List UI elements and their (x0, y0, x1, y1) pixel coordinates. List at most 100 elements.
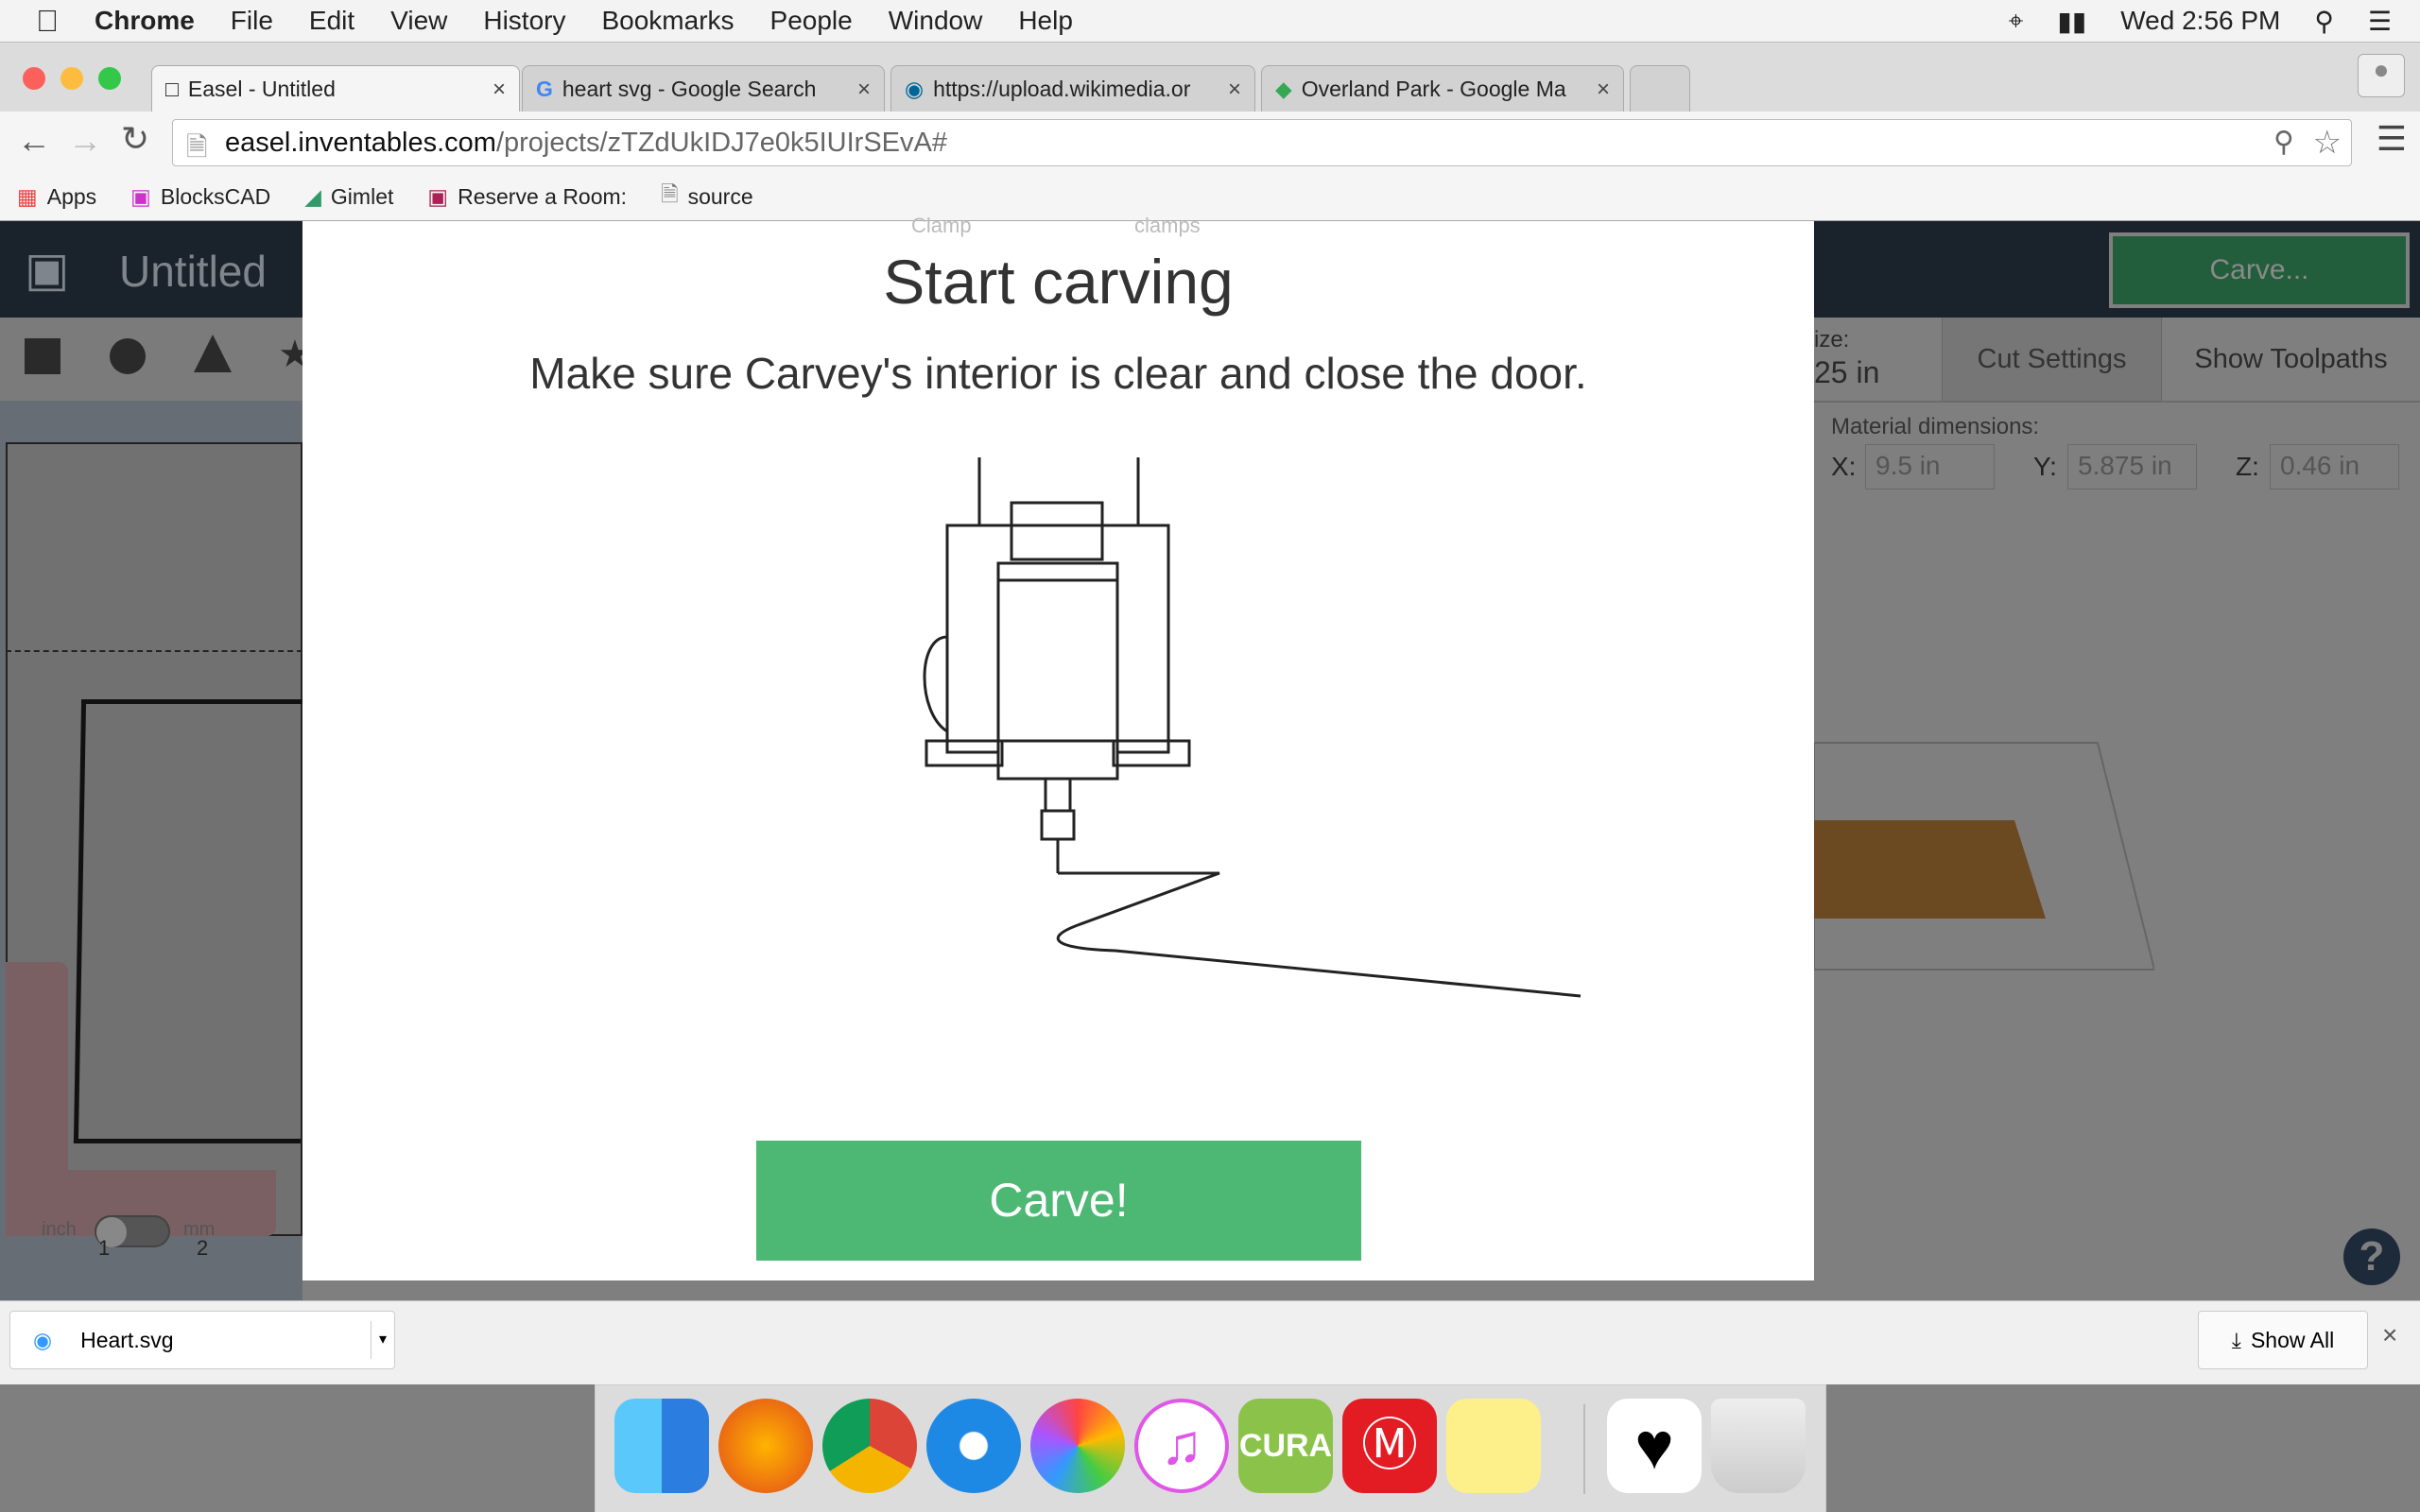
help-button[interactable]: ? (2343, 1228, 2400, 1285)
heart-shape[interactable] (73, 699, 309, 1143)
menu-view[interactable]: View (390, 6, 447, 36)
menu-bar:  Chrome File Edit View History Bookmark… (0, 0, 2420, 42)
menu-history[interactable]: History (483, 6, 565, 36)
circle-tool-icon[interactable] (110, 338, 146, 374)
bookmark-apps[interactable]: ▦ Apps (17, 184, 96, 210)
tab-wikimedia[interactable]: ◉ https://upload.wikimedia.or × (890, 65, 1255, 112)
address-row: ← → ↻ 🗎 easel.inventables.com/projects/z… (0, 112, 2420, 173)
key-icon[interactable]: ⚲ (2273, 126, 2294, 159)
start-carving-modal: Clamp clamps Start carving Make sure Car… (302, 214, 1814, 1280)
clock[interactable]: Wed 2:56 PM (2120, 6, 2280, 36)
ruler-tick: 2 (197, 1236, 209, 1260)
itunes-icon[interactable]: ♫ (1134, 1399, 1229, 1493)
unit-inch-label: inch (42, 1219, 77, 1240)
tab-google-maps[interactable]: ◆ Overland Park - Google Ma × (1261, 65, 1624, 112)
bookmark-gimlet[interactable]: ◢ Gimlet (304, 184, 393, 210)
close-icon[interactable]: × (2382, 1320, 2397, 1350)
apps-grid-icon: ▦ (17, 183, 38, 209)
safari-icon[interactable] (926, 1399, 1021, 1493)
page-icon: 🗎 (661, 180, 679, 206)
bookmark-label: Apps (46, 183, 97, 209)
url-path: /projects/zTZdUkIDJ7e0k5IUIrSEvA# (495, 127, 947, 158)
carve-button[interactable]: Carve! (756, 1141, 1361, 1261)
close-window-button[interactable] (23, 67, 45, 90)
bookmark-reserve-room[interactable]: ▣ Reserve a Room: (427, 184, 627, 210)
wikimedia-icon: ◉ (905, 77, 925, 101)
back-icon[interactable]: ← (17, 121, 51, 161)
gimlet-icon: ◢ (304, 183, 321, 209)
tab-title: Overland Park - Google Ma (1301, 77, 1566, 101)
forward-icon[interactable]: → (68, 121, 102, 161)
z-label: Z: (2236, 452, 2259, 481)
chevron-down-icon[interactable]: ▾ (370, 1321, 387, 1359)
close-icon[interactable]: × (1597, 77, 1610, 103)
design-canvas[interactable]: inch mm 1 2 (0, 401, 309, 1300)
tab-bar: □ Easel - Untitled × Gheart svg - Google S… (0, 42, 2420, 112)
apple-icon[interactable]:  (36, 4, 59, 39)
material-z-input[interactable]: 0.46 in (2270, 444, 2399, 490)
material-x-input[interactable]: 9.5 in (1865, 444, 1995, 490)
bookmark-source[interactable]: 🗎 source (661, 179, 753, 215)
menu-icon[interactable]: ☰ (2377, 119, 2407, 159)
material-preview (1814, 742, 2154, 971)
modal-message: Make sure Carvey's interior is clear and… (529, 349, 1587, 398)
tab-title: heart svg - Google Search (562, 77, 817, 101)
menu-file[interactable]: File (231, 6, 273, 36)
google-icon: G (536, 77, 553, 101)
menu-people[interactable]: People (770, 6, 853, 36)
bookmark-label: Gimlet (330, 183, 394, 209)
profile-icon[interactable]: ● (2358, 54, 2405, 97)
show-toolpaths-tab[interactable]: Show Toolpaths (2162, 318, 2420, 401)
tab-title: https://upload.wikimedia.or (933, 77, 1191, 101)
stickies-icon[interactable] (1446, 1399, 1541, 1493)
notification-icon[interactable]: ☰ (2368, 6, 2392, 37)
chrome-icon[interactable] (822, 1399, 917, 1493)
modal-title: Start carving (883, 247, 1234, 317)
square-tool-icon[interactable] (25, 338, 60, 374)
clamp-label: Clamp (911, 214, 972, 237)
bookmark-blockscad[interactable]: ▣ BlocksCAD (130, 184, 270, 210)
material-y-input[interactable]: 5.875 in (2067, 444, 2197, 490)
close-icon[interactable]: × (493, 77, 506, 103)
cut-settings-tab[interactable]: Cut Settings (1942, 318, 2162, 401)
menu-help[interactable]: Help (1018, 6, 1073, 36)
menu-edit[interactable]: Edit (309, 6, 354, 36)
maps-icon: ◆ (1275, 77, 1292, 101)
material-dimensions-label: Material dimensions: (1831, 414, 2040, 439)
battery-icon[interactable]: ▮▮ (2057, 6, 2086, 37)
zoom-window-button[interactable] (98, 67, 121, 90)
download-icon: ⤓ (2231, 1327, 2241, 1352)
dock: ♫ CURA Ⓜ ♥ (595, 1384, 1826, 1512)
new-tab-button[interactable] (1630, 65, 1690, 112)
finder-icon[interactable] (614, 1399, 709, 1493)
menu-chrome[interactable]: Chrome (95, 6, 195, 36)
menu-window[interactable]: Window (889, 6, 983, 36)
tab-google-search[interactable]: Gheart svg - Google Search × (522, 65, 885, 112)
tab-easel[interactable]: □ Easel - Untitled × (151, 65, 520, 112)
star-icon[interactable]: ☆ (2313, 124, 2342, 162)
reload-icon[interactable]: ↻ (121, 119, 149, 159)
minimize-window-button[interactable] (60, 67, 83, 90)
size-label: ize: (1814, 327, 1850, 352)
tab-title: Easel - Untitled (187, 77, 336, 101)
show-all-button[interactable]: ⤓ Show All (2198, 1311, 2368, 1369)
triangle-tool-icon[interactable] (194, 335, 232, 372)
heart-icon[interactable]: ♥ (1607, 1399, 1702, 1493)
wifi-icon[interactable]: ⌖ (2009, 6, 2024, 37)
address-bar[interactable]: 🗎 easel.inventables.com/projects/zTZdUkI… (172, 119, 2352, 166)
cura-icon[interactable]: CURA (1238, 1399, 1333, 1493)
clamps-label: clamps (1134, 214, 1201, 237)
firefox-icon[interactable] (718, 1399, 813, 1493)
project-title[interactable]: Untitled (119, 246, 267, 297)
photos-icon[interactable] (1030, 1399, 1125, 1493)
spotlight-icon[interactable]: ⚲ (2314, 6, 2334, 37)
carve-header-button[interactable]: Carve... (2109, 232, 2410, 308)
download-bar: ◉ Heart.svg ▾ ⤓ Show All × (0, 1300, 2420, 1384)
makerbot-icon[interactable]: Ⓜ (1342, 1399, 1437, 1493)
size-value: 25 in (1814, 355, 1880, 389)
close-icon[interactable]: × (857, 77, 871, 103)
close-icon[interactable]: × (1228, 77, 1241, 103)
trash-icon[interactable] (1711, 1399, 1806, 1493)
download-item[interactable]: ◉ Heart.svg ▾ (9, 1311, 395, 1369)
menu-bookmarks[interactable]: Bookmarks (601, 6, 734, 36)
